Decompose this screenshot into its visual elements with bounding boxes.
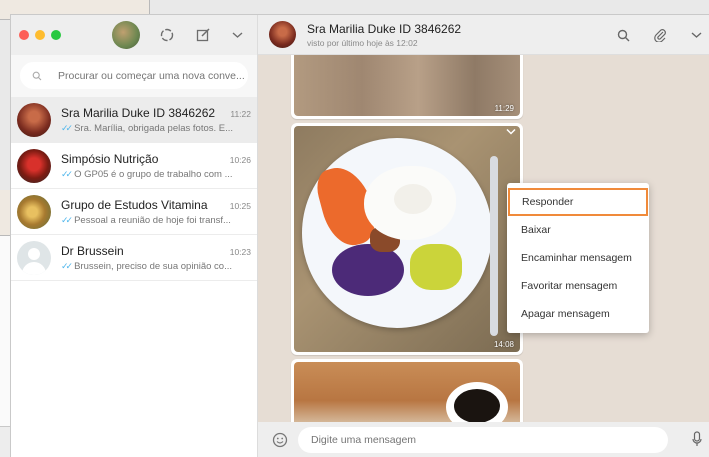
- contact-avatar: [17, 194, 51, 229]
- my-profile-avatar[interactable]: [112, 21, 140, 49]
- menu-item-star[interactable]: Favoritar mensagem: [507, 272, 649, 300]
- paperclip-icon[interactable]: [654, 28, 667, 42]
- search-bar: [11, 55, 257, 97]
- message-context-menu: Responder Baixar Encaminhar mensagem Fav…: [507, 183, 649, 333]
- window-controls: [19, 30, 61, 40]
- message-time: 14:08: [493, 340, 514, 349]
- pepper-image: [410, 244, 462, 290]
- emoji-icon[interactable]: [272, 432, 288, 448]
- chat-list-item[interactable]: Sra Marilia Duke ID 3846262 11:22 ✓✓ Sra.…: [11, 97, 257, 143]
- cabbage-image: [332, 244, 404, 296]
- message-input[interactable]: [298, 427, 668, 453]
- status-icon[interactable]: [160, 28, 174, 42]
- message-list[interactable]: 11:29 14:08 Responder Baixar Encaminhar …: [258, 55, 709, 422]
- search-icon: [32, 71, 42, 80]
- photo-food-plate[interactable]: 14:08: [294, 126, 520, 352]
- search-box[interactable]: [20, 62, 248, 89]
- menu-item-forward[interactable]: Encaminhar mensagem: [507, 244, 649, 272]
- conversation-header-icons: [617, 15, 702, 55]
- photo-coffee-cup[interactable]: [294, 362, 520, 422]
- whatsapp-window: Sra Marilia Duke ID 3846262 11:22 ✓✓Sra.…: [10, 14, 709, 457]
- microphone-icon[interactable]: [692, 431, 702, 447]
- conversation-header[interactable]: Sra Marilia Duke ID 3846262 visto por úl…: [258, 15, 709, 55]
- double-check-icon: ✓✓: [61, 214, 73, 225]
- chat-list-item[interactable]: Grupo de Estudos Vitamina 10:25 ✓✓ Pessoa…: [11, 189, 257, 235]
- double-check-icon: ✓✓: [61, 122, 73, 133]
- double-check-icon: ✓✓: [61, 168, 73, 179]
- fork-image: [490, 156, 498, 336]
- conversation-pane: Sra Marilia Duke ID 3846262 visto por úl…: [258, 15, 709, 457]
- minimize-window-button[interactable]: [35, 30, 45, 40]
- close-window-button[interactable]: [19, 30, 29, 40]
- search-input[interactable]: [58, 69, 248, 82]
- chat-time: 10:25: [229, 200, 251, 211]
- contact-avatar: [17, 148, 51, 183]
- coffee-cup-image: [446, 382, 508, 422]
- chat-name: Grupo de Estudos Vitamina: [61, 197, 208, 212]
- sidebar-header: [11, 15, 257, 55]
- chat-time: 10:23: [229, 246, 251, 257]
- chat-list-item[interactable]: Simpósio Nutrição 10:26 ✓✓ O GP05 é o gru…: [11, 143, 257, 189]
- chat-preview: O GP05 é o grupo de trabalho com ...: [74, 168, 233, 180]
- chat-name: Sra Marilia Duke ID 3846262: [61, 105, 216, 120]
- new-chat-icon[interactable]: [196, 28, 210, 42]
- chat-preview: Sra. Marília, obrigada pelas fotos. E...: [74, 122, 234, 134]
- chat-time: 11:22: [230, 108, 251, 119]
- conversation-title: Sra Marilia Duke ID 3846262: [307, 21, 462, 36]
- menu-item-reply[interactable]: Responder: [508, 188, 648, 216]
- menu-item-delete[interactable]: Apagar mensagem: [507, 300, 649, 328]
- chat-list-item[interactable]: Dr Brussein 10:23 ✓✓ Brussein, preciso de…: [11, 235, 257, 281]
- message-time: 11:29: [494, 104, 514, 113]
- chat-preview: Brussein, preciso de sua opinião co...: [74, 260, 232, 272]
- image-message[interactable]: 11:29: [291, 55, 523, 119]
- contact-avatar: [17, 102, 51, 137]
- egg-yolk-image: [394, 184, 432, 214]
- double-check-icon: ✓✓: [61, 260, 73, 271]
- default-avatar-icon: [17, 240, 51, 275]
- image-message[interactable]: [291, 359, 523, 422]
- chat-preview: Pessoal a reunião de hoje foi transf...: [74, 214, 231, 226]
- photo-wooden-table[interactable]: 11:29: [294, 55, 520, 116]
- chevron-down-icon[interactable]: [232, 31, 243, 39]
- chat-name: Simpósio Nutrição: [61, 151, 159, 166]
- chat-name: Dr Brussein: [61, 243, 124, 258]
- contact-avatar[interactable]: [269, 21, 296, 48]
- search-icon[interactable]: [617, 29, 630, 42]
- image-message[interactable]: 14:08: [291, 123, 523, 355]
- chat-time: 10:26: [229, 154, 251, 165]
- message-menu-chevron-icon[interactable]: [506, 128, 516, 135]
- sidebar: Sra Marilia Duke ID 3846262 11:22 ✓✓Sra.…: [11, 15, 258, 457]
- zoom-window-button[interactable]: [51, 30, 61, 40]
- chevron-down-icon[interactable]: [691, 31, 702, 39]
- sidebar-header-icons: [160, 15, 243, 55]
- menu-item-download[interactable]: Baixar: [507, 216, 649, 244]
- message-composer: [258, 422, 709, 457]
- last-seen-status: visto por último hoje às 12:02: [307, 37, 418, 48]
